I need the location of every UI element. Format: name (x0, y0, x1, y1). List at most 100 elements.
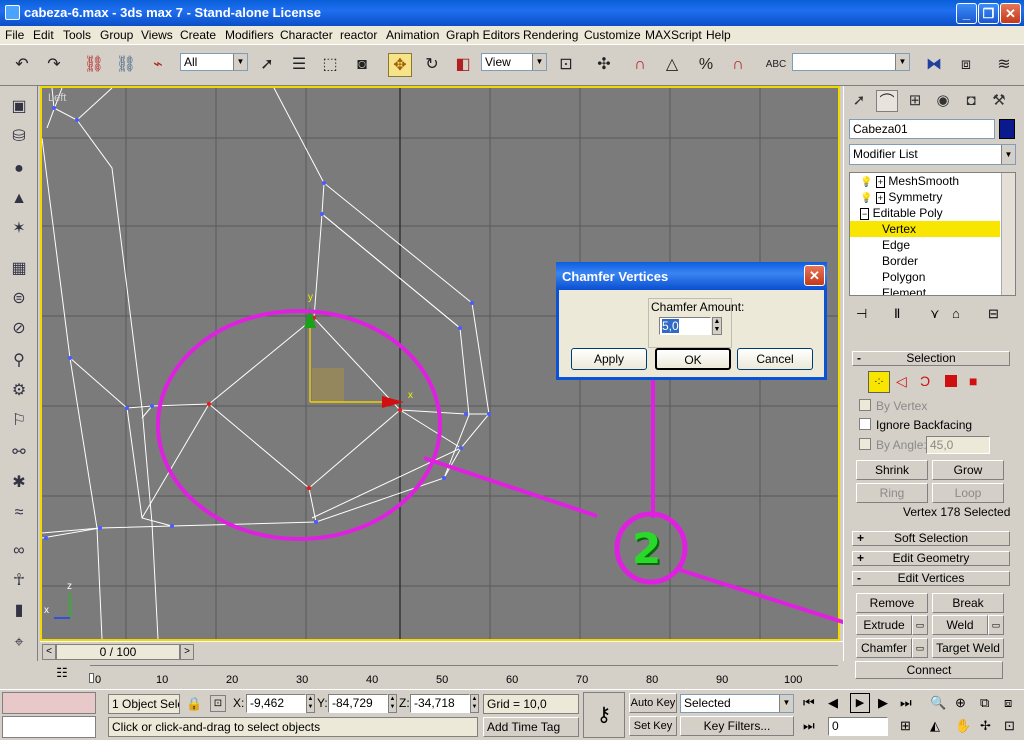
chamfer-amount-spinner[interactable]: 5,0 (659, 317, 711, 335)
auto-key-button[interactable]: Auto Key (629, 693, 677, 713)
object-name-field[interactable]: Cabeza01 (849, 119, 995, 139)
stack-item-element[interactable]: Element (882, 285, 926, 295)
edit-vertices-rollout-header[interactable]: - Edit Vertices (852, 571, 1010, 586)
by-angle-spinner[interactable]: 45,0 (926, 436, 990, 454)
extrude-settings-icon[interactable]: ▭ (912, 615, 928, 635)
zoom-icon[interactable]: 🔍 (930, 695, 946, 711)
z-coordinate-field[interactable]: -34,718 (410, 694, 470, 713)
stack-item-vertex[interactable]: Vertex (850, 221, 1000, 237)
dialog-close-icon[interactable]: ✕ (804, 265, 825, 286)
curve-editor-mini-icon[interactable]: ☷ (52, 665, 72, 683)
shrink-button[interactable]: Shrink (856, 460, 928, 480)
previous-frame-icon[interactable]: ◀ (828, 695, 838, 711)
by-vertex-checkbox[interactable] (859, 399, 871, 411)
edit-geometry-rollout-header[interactable]: + Edit Geometry (852, 551, 1010, 566)
add-time-tag-button[interactable]: Add Time Tag (483, 717, 579, 737)
rollout-title: Soft Selection (893, 531, 969, 545)
time-configuration-icon[interactable]: ⊞ (900, 718, 911, 734)
maximize-viewport-icon[interactable]: ⊡ (1004, 718, 1015, 734)
stack-scrollbar[interactable] (1001, 173, 1015, 295)
next-frame-icon[interactable]: ▶ (878, 695, 888, 711)
go-to-start-icon[interactable]: ⏮ (803, 695, 815, 711)
arc-rotate-icon[interactable]: ✢ (980, 718, 991, 734)
stack-item-meshsmooth[interactable]: 💡 + MeshSmooth (860, 173, 1000, 189)
current-frame-field[interactable]: 0 (828, 717, 888, 736)
stack-item-edge[interactable]: Edge (882, 237, 910, 253)
tick-label: 100 (784, 674, 803, 686)
display-tab-icon[interactable]: ◘ (960, 90, 982, 112)
hierarchy-tab-icon[interactable]: ⊞ (904, 90, 926, 112)
connect-button[interactable]: Connect (855, 661, 1003, 679)
weld-button[interactable]: Weld (932, 615, 988, 635)
field-of-view-icon[interactable]: ◭ (930, 718, 940, 734)
key-selection-value: Selected (684, 696, 731, 710)
remove-button[interactable]: Remove (856, 593, 928, 613)
absolute-mode-icon[interactable]: ⊡ (210, 695, 226, 712)
z-spinner-icon[interactable]: ▲ ▼ (470, 694, 479, 713)
stack-item-border[interactable]: Border (882, 253, 918, 269)
selection-rollout-header[interactable]: - Selection (852, 351, 1010, 366)
element-mode-icon[interactable]: ■ (969, 373, 977, 389)
stack-item-symmetry[interactable]: 💡 + Symmetry (860, 189, 1000, 205)
create-tab-icon[interactable]: ➚ (848, 90, 870, 112)
remove-modifier-icon[interactable]: ⌂ (952, 306, 960, 321)
track-ruler[interactable]: 0 10 20 30 40 50 60 70 80 90 100 (89, 665, 838, 687)
next-frame-arrow-icon[interactable]: > (180, 644, 194, 660)
prev-frame-arrow-icon[interactable]: < (42, 644, 56, 660)
dialog-title-bar[interactable]: Chamfer Vertices ✕ (556, 262, 827, 290)
modifier-list-dropdown[interactable]: Modifier List ▼ (849, 144, 1016, 165)
object-color-swatch[interactable] (999, 119, 1015, 139)
y-spinner-icon[interactable]: ▲ ▼ (388, 694, 397, 713)
time-slider[interactable]: < 0 / 100 > (40, 641, 843, 661)
motion-tab-icon[interactable]: ◉ (932, 90, 954, 112)
pan-view-icon[interactable]: ✋ (955, 718, 971, 734)
go-to-end-icon[interactable]: ⏭ (900, 695, 912, 711)
spinner-arrows-icon[interactable]: ▲ ▼ (712, 317, 722, 335)
soft-selection-rollout-header[interactable]: + Soft Selection (852, 531, 1010, 546)
ignore-backfacing-checkbox[interactable] (859, 418, 871, 430)
vertex-mode-icon[interactable]: ·:· (868, 371, 890, 393)
y-coordinate-field[interactable]: -84,729 (328, 694, 388, 713)
x-spinner-icon[interactable]: ▲ ▼ (306, 694, 315, 713)
pin-stack-icon[interactable]: ⊣ (856, 306, 867, 322)
border-mode-icon[interactable]: Ɔ (920, 373, 930, 389)
by-angle-checkbox[interactable] (859, 438, 871, 450)
set-key-icon[interactable]: ⚷ (583, 692, 625, 738)
stack-item-editable-poly[interactable]: − Editable Poly (860, 205, 1000, 221)
cancel-button[interactable]: Cancel (737, 348, 813, 370)
key-filters-button[interactable]: Key Filters... (680, 716, 794, 736)
set-key-button[interactable]: Set Key (629, 716, 677, 736)
edge-mode-icon[interactable]: ◁ (896, 373, 907, 390)
zoom-all-icon[interactable]: ⊕ (955, 695, 966, 711)
maxscript-listener-input[interactable] (2, 716, 96, 738)
polygon-mode-icon[interactable] (945, 375, 957, 387)
ok-button[interactable]: OK (655, 348, 731, 370)
grow-button[interactable]: Grow (932, 460, 1004, 480)
apply-button[interactable]: Apply (571, 348, 647, 370)
ring-button[interactable]: Ring (856, 483, 928, 503)
key-mode-toggle-icon[interactable]: ⏭ (803, 718, 815, 734)
track-bar[interactable]: ☷ 0 10 20 30 40 50 60 70 80 90 100 (40, 661, 843, 689)
key-selection-dropdown[interactable]: Selected ▼ (680, 694, 794, 713)
maxscript-listener-mini[interactable] (2, 692, 96, 714)
zoom-extents-icon[interactable]: ⧉ (980, 695, 989, 711)
target-weld-button[interactable]: Target Weld (932, 638, 1004, 658)
x-coordinate-field[interactable]: -9,462 (246, 694, 306, 713)
loop-button[interactable]: Loop (932, 483, 1004, 503)
extrude-button[interactable]: Extrude (856, 615, 912, 635)
configure-modifier-sets-icon[interactable]: ⊟ (988, 306, 999, 322)
lock-selection-icon[interactable]: 🔒 (186, 696, 202, 712)
make-unique-icon[interactable]: ⋎ (930, 306, 940, 322)
stack-item-polygon[interactable]: Polygon (882, 269, 925, 285)
chamfer-button[interactable]: Chamfer (856, 638, 912, 658)
weld-settings-icon[interactable]: ▭ (988, 615, 1004, 635)
modify-tab-icon[interactable]: ⌒ (876, 90, 898, 112)
play-icon[interactable]: ▶ (850, 693, 870, 713)
zoom-extents-all-icon[interactable]: ⧈ (1004, 695, 1012, 711)
time-slider-thumb[interactable]: 0 / 100 (56, 644, 180, 660)
chamfer-settings-icon[interactable]: ▭ (912, 638, 928, 658)
rollout-title: Selection (906, 351, 956, 365)
utilities-tab-icon[interactable]: ⚒ (988, 90, 1010, 112)
break-button[interactable]: Break (932, 593, 1004, 613)
show-end-result-icon[interactable]: Ⅱ (894, 306, 900, 322)
